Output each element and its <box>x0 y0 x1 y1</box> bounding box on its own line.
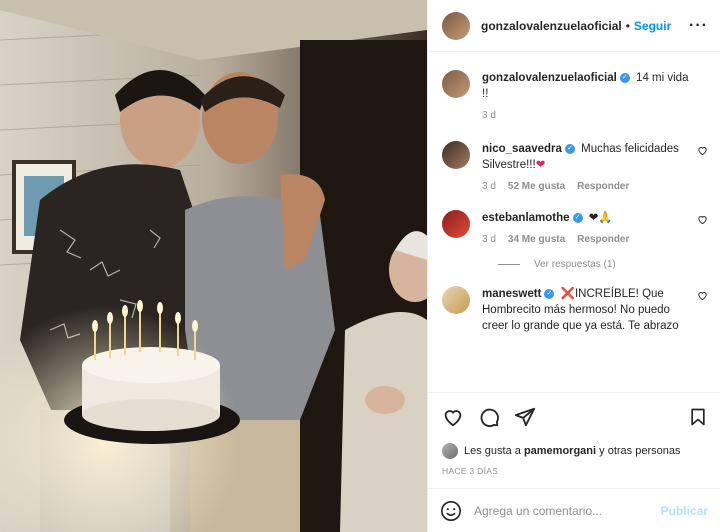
follow-button[interactable]: Seguir <box>634 19 671 33</box>
likes-suffix[interactable]: y otras personas <box>599 445 680 457</box>
replies-divider <box>498 264 520 265</box>
comments-list: gonzalovalenzuelaoficial ✓ 14 mi vida !! … <box>428 52 720 392</box>
commenter-avatar[interactable] <box>442 141 470 169</box>
comment-likes[interactable]: 52 Me gusta <box>508 181 565 192</box>
caption-time: 3 d <box>482 110 496 121</box>
like-comment-icon[interactable] <box>697 214 708 225</box>
likes-prefix: Les gusta a <box>464 445 521 457</box>
post-photo[interactable] <box>0 0 427 532</box>
commenter-avatar[interactable] <box>442 210 470 238</box>
more-options-icon[interactable]: ··· <box>689 17 708 35</box>
author-avatar[interactable] <box>442 11 470 40</box>
liker-avatar[interactable] <box>442 443 458 459</box>
post-image <box>0 0 427 532</box>
comment-username[interactable]: nico_saavedra <box>482 143 562 155</box>
verified-badge-icon: ✓ <box>619 72 630 83</box>
comment-emoji: ❤🙏 <box>588 212 613 224</box>
reply-button[interactable]: Responder <box>577 234 629 245</box>
liker-username[interactable]: pamemorgani <box>524 445 596 457</box>
comment-row: maneswett ✓ ❌INCREÍBLE! Que Hombrecito má… <box>442 286 708 334</box>
reply-button[interactable]: Responder <box>577 181 629 192</box>
caption-row: gonzalovalenzuelaoficial ✓ 14 mi vida !! … <box>442 70 708 121</box>
publish-button[interactable]: Publicar <box>661 504 708 518</box>
verified-badge-icon: ✓ <box>572 212 583 223</box>
comment-username[interactable]: maneswett <box>482 288 541 300</box>
cross-emoji: ❌ <box>560 288 575 300</box>
like-icon[interactable] <box>442 406 464 428</box>
like-comment-icon[interactable] <box>697 145 708 156</box>
commenter-avatar[interactable] <box>442 286 470 314</box>
verified-badge-icon: ✓ <box>564 143 575 154</box>
comment-icon[interactable] <box>478 406 500 428</box>
post-header: gonzalovalenzuelaoficial • Seguir ··· <box>428 0 720 52</box>
bookmark-icon[interactable] <box>688 406 708 428</box>
comment-username[interactable]: estebanlamothe <box>482 212 570 224</box>
comment-likes[interactable]: 34 Me gusta <box>508 234 565 245</box>
like-comment-icon[interactable] <box>697 290 708 301</box>
likes-summary: Les gusta a pamemorgani y otras personas <box>428 440 720 462</box>
comment-input[interactable] <box>474 503 661 518</box>
separator-dot: • <box>625 18 630 33</box>
author-username[interactable]: gonzalovalenzuelaoficial <box>481 19 622 33</box>
share-icon[interactable] <box>514 406 536 428</box>
view-replies-button[interactable]: Ver respuestas (1) <box>498 259 708 270</box>
comment-time: 3 d <box>482 234 496 245</box>
action-bar <box>428 392 720 440</box>
verified-badge-icon: ✓ <box>544 288 555 299</box>
post-date: HACE 3 DÍAS <box>442 466 499 476</box>
add-comment-bar: Publicar <box>428 488 720 532</box>
heart-emoji: ❤ <box>535 159 546 171</box>
comment-row: estebanlamothe ✓ ❤🙏 3 d 34 Me gusta Respo… <box>442 210 708 245</box>
view-replies-label: Ver respuestas (1) <box>534 259 616 270</box>
comment-time: 3 d <box>482 181 496 192</box>
comment-row: nico_saavedra ✓ Muchas felicidades Silves… <box>442 141 708 192</box>
caption-avatar[interactable] <box>442 70 470 98</box>
caption-username[interactable]: gonzalovalenzuelaoficial <box>482 72 617 84</box>
post-panel: gonzalovalenzuelaoficial • Seguir ··· go… <box>427 0 720 532</box>
emoji-icon[interactable] <box>440 500 462 522</box>
